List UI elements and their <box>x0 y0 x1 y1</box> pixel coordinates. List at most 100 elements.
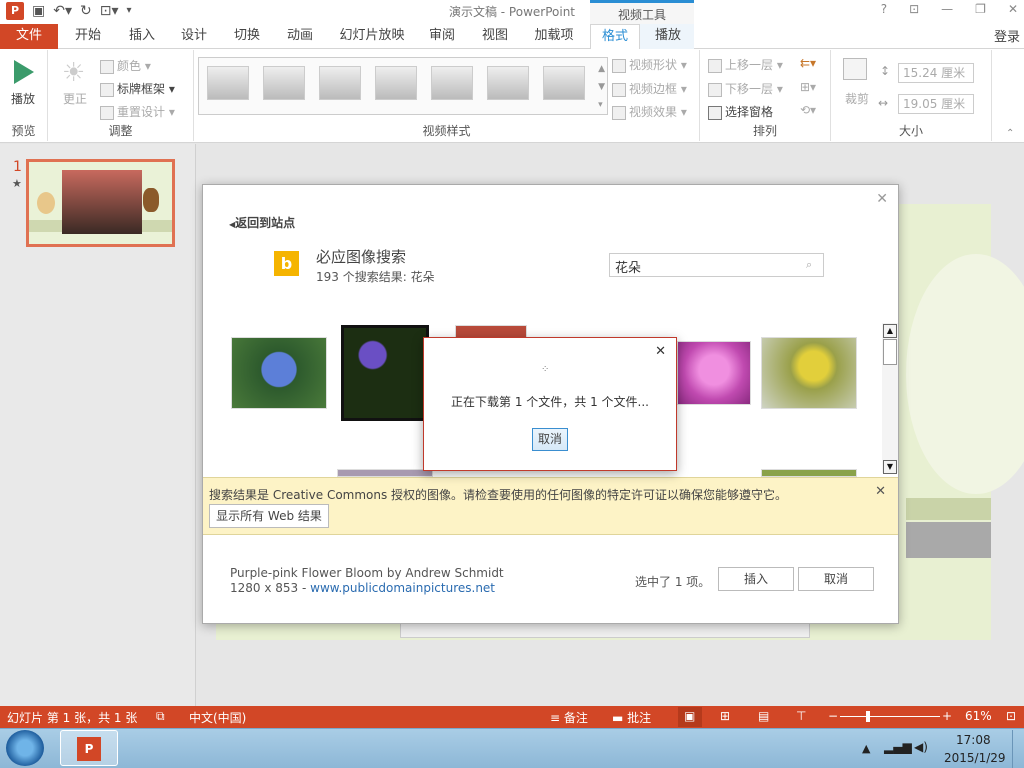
video-effects-button[interactable]: 视频效果 <box>629 105 677 119</box>
tab-slideshow[interactable]: 幻灯片放映 <box>335 24 409 49</box>
image-source-link[interactable]: www.publicdomainpictures.net <box>310 581 495 595</box>
slide-thumbnail[interactable] <box>26 159 175 247</box>
style-thumb[interactable] <box>431 66 473 100</box>
clock-time[interactable]: 17:08 <box>956 733 991 747</box>
style-thumb[interactable] <box>543 66 585 100</box>
style-thumb[interactable] <box>375 66 417 100</box>
corrections-button[interactable]: 更正 <box>63 90 87 107</box>
rotate-icon[interactable]: ⟲▾ <box>800 103 816 117</box>
image-result[interactable] <box>341 325 429 421</box>
scroll-up-icon[interactable]: ▲ <box>883 324 897 338</box>
network-icon[interactable]: ▂▄▆ <box>884 740 912 754</box>
present-icon[interactable]: ⊡▾ <box>100 2 119 20</box>
image-info-size: 1280 x 853 - <box>230 581 311 595</box>
video-shape-button[interactable]: 视频形状 <box>629 58 677 72</box>
comments-button[interactable]: 批注 <box>627 711 651 725</box>
slide-sorter-icon[interactable]: ⊞ <box>720 709 730 723</box>
zoom-slider-thumb[interactable] <box>866 711 870 722</box>
tab-transitions[interactable]: 切换 <box>225 24 269 49</box>
tab-format[interactable]: 格式 <box>590 24 640 50</box>
save-icon[interactable]: ▣ <box>32 2 45 20</box>
close-icon[interactable]: ✕ <box>1008 2 1018 16</box>
color-button[interactable]: 颜色 <box>117 59 141 73</box>
zoom-slider[interactable] <box>840 716 940 717</box>
language[interactable]: 中文(中国) <box>189 709 246 726</box>
align-icon[interactable]: ⇇▾ <box>800 56 816 70</box>
slideshow-view-icon[interactable]: ⊤ <box>796 709 806 723</box>
bring-forward-button[interactable]: 上移一层 <box>725 58 773 72</box>
zoom-level[interactable]: 61% <box>965 709 992 723</box>
fit-to-window-icon[interactable]: ⊡ <box>1006 709 1016 723</box>
style-thumb[interactable] <box>207 66 249 100</box>
spellcheck-icon[interactable]: ⧉ <box>156 709 165 724</box>
cancel-button[interactable]: 取消 <box>798 567 874 591</box>
result-count: 193 个搜索结果: 花朵 <box>316 270 435 284</box>
show-desktop-button[interactable] <box>1012 730 1024 768</box>
tab-addins[interactable]: 加载项 <box>527 24 581 49</box>
tab-design[interactable]: 设计 <box>172 24 216 49</box>
volume-icon[interactable]: ◀) <box>914 740 928 754</box>
clock-date[interactable]: 2015/1/29 <box>944 751 1006 765</box>
tab-review[interactable]: 审阅 <box>420 24 464 49</box>
image-result[interactable] <box>761 337 857 409</box>
login-link[interactable]: 登录 <box>994 26 1020 45</box>
tab-animations[interactable]: 动画 <box>278 24 322 49</box>
back-to-sites-link[interactable]: 返回到站点 <box>235 216 295 230</box>
reading-view-icon[interactable]: ▤ <box>758 709 769 723</box>
modal-close-icon[interactable]: ✕ <box>655 344 666 359</box>
customize-qat-icon[interactable]: ▾ <box>127 2 132 20</box>
style-thumb[interactable] <box>319 66 361 100</box>
insert-button[interactable]: 插入 <box>718 567 794 591</box>
search-input[interactable]: 花朵 <box>609 253 824 277</box>
taskbar-powerpoint[interactable]: P <box>60 730 118 766</box>
video-style-gallery[interactable]: ▲ ▼ ▾ <box>198 57 608 115</box>
poster-frame-button[interactable]: 标牌框架 <box>117 82 165 96</box>
notes-button[interactable]: 备注 <box>564 711 588 725</box>
search-icon[interactable]: ⌕ <box>806 258 812 272</box>
selection-pane-icon <box>708 105 722 120</box>
style-thumb[interactable] <box>487 66 529 100</box>
notice-close-icon[interactable]: ✕ <box>875 484 886 499</box>
image-result[interactable] <box>761 469 857 477</box>
ribbon-options-icon[interactable]: ⊡ <box>909 2 919 16</box>
crop-button[interactable]: 裁剪 <box>845 90 869 107</box>
restore-icon[interactable]: ❐ <box>975 2 986 16</box>
zoom-in-icon[interactable]: + <box>942 709 952 723</box>
style-thumb[interactable] <box>263 66 305 100</box>
reset-design-button[interactable]: 重置设计 <box>117 105 165 119</box>
selection-pane-button[interactable]: 选择窗格 <box>725 105 773 119</box>
play-icon[interactable] <box>14 60 34 84</box>
image-result[interactable] <box>337 469 433 477</box>
download-cancel-button[interactable]: 取消 <box>532 428 568 451</box>
tray-arrow-icon[interactable]: ▲ <box>862 742 870 755</box>
height-input[interactable]: 15.24 厘米 <box>898 63 974 83</box>
send-backward-button[interactable]: 下移一层 <box>725 82 773 96</box>
video-tools-header: 视频工具 <box>590 0 694 25</box>
help-icon[interactable]: ? <box>881 2 887 16</box>
tab-home[interactable]: 开始 <box>66 24 110 49</box>
scroll-thumb[interactable] <box>883 339 897 365</box>
play-button[interactable]: 播放 <box>11 90 35 107</box>
redo-icon[interactable]: ↻ <box>80 2 92 20</box>
image-result[interactable] <box>677 341 751 405</box>
powerpoint-icon[interactable]: P <box>6 2 24 20</box>
start-button-icon[interactable] <box>6 730 44 766</box>
video-border-button[interactable]: 视频边框 <box>629 82 677 96</box>
minimize-icon[interactable]: — <box>941 2 953 16</box>
show-all-web-results-button[interactable]: 显示所有 Web 结果 <box>209 504 329 528</box>
zoom-out-icon[interactable]: − <box>828 709 838 723</box>
collapse-ribbon-icon[interactable]: ⌃ <box>1006 128 1014 139</box>
undo-icon[interactable]: ↶▾ <box>53 2 72 20</box>
video-frame <box>62 170 142 234</box>
group-icon[interactable]: ⊞▾ <box>800 80 816 94</box>
tab-playback[interactable]: 播放 <box>646 24 690 49</box>
width-input[interactable]: 19.05 厘米 <box>898 94 974 114</box>
tab-insert[interactable]: 插入 <box>120 24 164 49</box>
image-result[interactable] <box>231 337 327 409</box>
video-effects-icon <box>612 105 626 120</box>
scroll-down-icon[interactable]: ▼ <box>883 460 897 474</box>
dialog-close-icon[interactable]: ✕ <box>876 191 888 207</box>
tab-file[interactable]: 文件 <box>0 24 58 49</box>
gallery-scroll-icon[interactable]: ▲ ▼ ▾ <box>598 60 605 114</box>
tab-view[interactable]: 视图 <box>473 24 517 49</box>
